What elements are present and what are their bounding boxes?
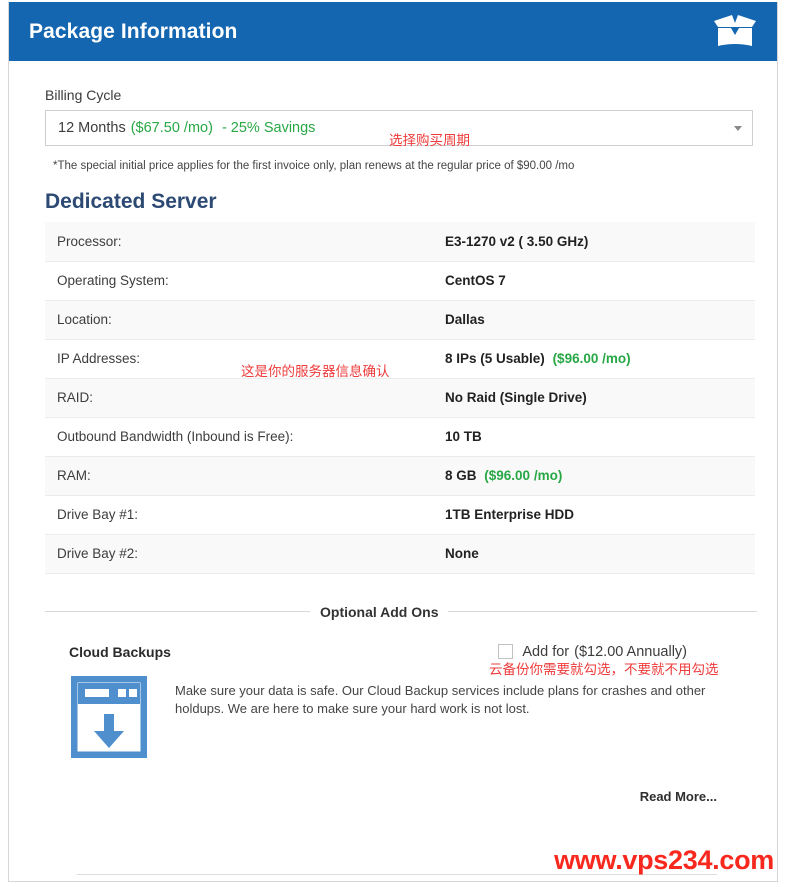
addon-description: Make sure your data is safe. Our Cloud B… — [175, 682, 706, 716]
spec-key: Operating System: — [57, 273, 169, 288]
billing-cycle-savings: - 25% Savings — [221, 120, 316, 136]
chevron-down-icon[interactable] — [734, 126, 742, 131]
page-title: Package Information — [29, 19, 238, 43]
spec-value-text: E3-1270 v2 ( 3.50 GHz) — [445, 233, 589, 249]
spec-value-price: ($96.00 /mo) — [484, 468, 563, 483]
server-spec-body: Processor: E3-1270 v2 ( 3.50 GHz) Operat… — [45, 222, 755, 573]
spec-value: No Raid (Single Drive) — [445, 378, 755, 417]
table-row: Drive Bay #1: 1TB Enterprise HDD — [45, 495, 755, 534]
spec-value-text: Dallas — [445, 312, 485, 327]
spec-key: Drive Bay #1: — [57, 507, 139, 522]
spec-value: 8 IPs (5 Usable) ($96.00 /mo) — [445, 339, 755, 378]
spec-key: Drive Bay #2: — [57, 546, 139, 561]
spec-key: Processor: — [57, 233, 122, 249]
spec-value: CentOS 7 — [445, 261, 755, 300]
table-row: Drive Bay #2: None — [45, 534, 755, 573]
billing-cycle-label: Billing Cycle — [45, 87, 122, 103]
spec-value: E3-1270 v2 ( 3.50 GHz) — [445, 222, 755, 261]
site-watermark: www.vps234.com — [554, 845, 774, 875]
section-title: Dedicated Server — [45, 190, 217, 213]
spec-value-text: None — [445, 546, 479, 561]
divider-rule-left — [45, 611, 310, 612]
read-more-link[interactable]: Read More... — [45, 789, 757, 804]
server-spec-table: Processor: E3-1270 v2 ( 3.50 GHz) Operat… — [45, 222, 755, 574]
annotation-server-info: 这是你的服务器信息确认 — [241, 364, 390, 380]
spec-value: 10 TB — [445, 417, 755, 456]
table-row: RAM: 8 GB ($96.00 /mo) — [45, 456, 755, 495]
spec-value-text: 10 TB — [445, 429, 482, 444]
spec-key: Outbound Bandwidth (Inbound is Free): — [57, 429, 294, 444]
price-disclaimer: *The special initial price applies for t… — [53, 160, 575, 172]
spec-value: 1TB Enterprise HDD — [445, 495, 755, 534]
optional-addons-section: Optional Add Ons Cloud Backups Add for (… — [45, 604, 757, 804]
panel-header: Package Information — [9, 2, 777, 61]
spec-value: Dallas — [445, 300, 755, 339]
addons-divider-label: Optional Add Ons — [320, 603, 439, 620]
spec-value: 8 GB ($96.00 /mo) — [445, 456, 755, 495]
table-row: Operating System: CentOS 7 — [45, 261, 755, 300]
spec-value: None — [445, 534, 755, 573]
annotation-billing-cycle: 选择购买周期 — [389, 133, 470, 149]
spec-value-text: No Raid (Single Drive) — [445, 390, 587, 405]
billing-cycle-price: ($67.50 /mo) — [130, 120, 213, 136]
divider-rule-right — [448, 611, 757, 612]
table-row: Location: Dallas — [45, 300, 755, 339]
spec-key: RAM: — [57, 468, 91, 483]
spec-value-price: ($96.00 /mo) — [552, 351, 631, 366]
table-row: Outbound Bandwidth (Inbound is Free): 10… — [45, 417, 755, 456]
spec-value-text: 8 IPs (5 Usable) — [445, 351, 545, 366]
package-information-page: Package Information Billing Cycle 12 Mon… — [0, 0, 786, 887]
spec-value-text: 8 GB — [445, 468, 477, 483]
download-window-icon — [70, 675, 148, 763]
spec-key: Location: — [57, 312, 112, 327]
addon-detail: Make sure your data is safe. Our Cloud B… — [45, 675, 757, 763]
spec-value-text: CentOS 7 — [445, 273, 506, 288]
billing-cycle-term: 12 Months — [58, 120, 126, 136]
open-box-icon — [711, 12, 759, 52]
spec-value-text: 1TB Enterprise HDD — [445, 507, 575, 522]
table-row: RAID: No Raid (Single Drive) — [45, 378, 755, 417]
table-row: Processor: E3-1270 v2 ( 3.50 GHz) — [45, 222, 755, 261]
addons-divider: Optional Add Ons — [45, 604, 757, 620]
addon-title: Cloud Backups — [69, 643, 171, 660]
spec-key: RAID: — [57, 390, 94, 405]
cloud-backup-checkbox[interactable] — [498, 644, 514, 659]
panel-body: Billing Cycle 12 Months ($67.50 /mo) - 2… — [9, 61, 777, 804]
annotation-cloud-backup: 云备份你需要就勾选，不要就不用勾选 — [489, 662, 719, 678]
table-row: IP Addresses: 8 IPs (5 Usable) ($96.00 /… — [45, 339, 755, 378]
